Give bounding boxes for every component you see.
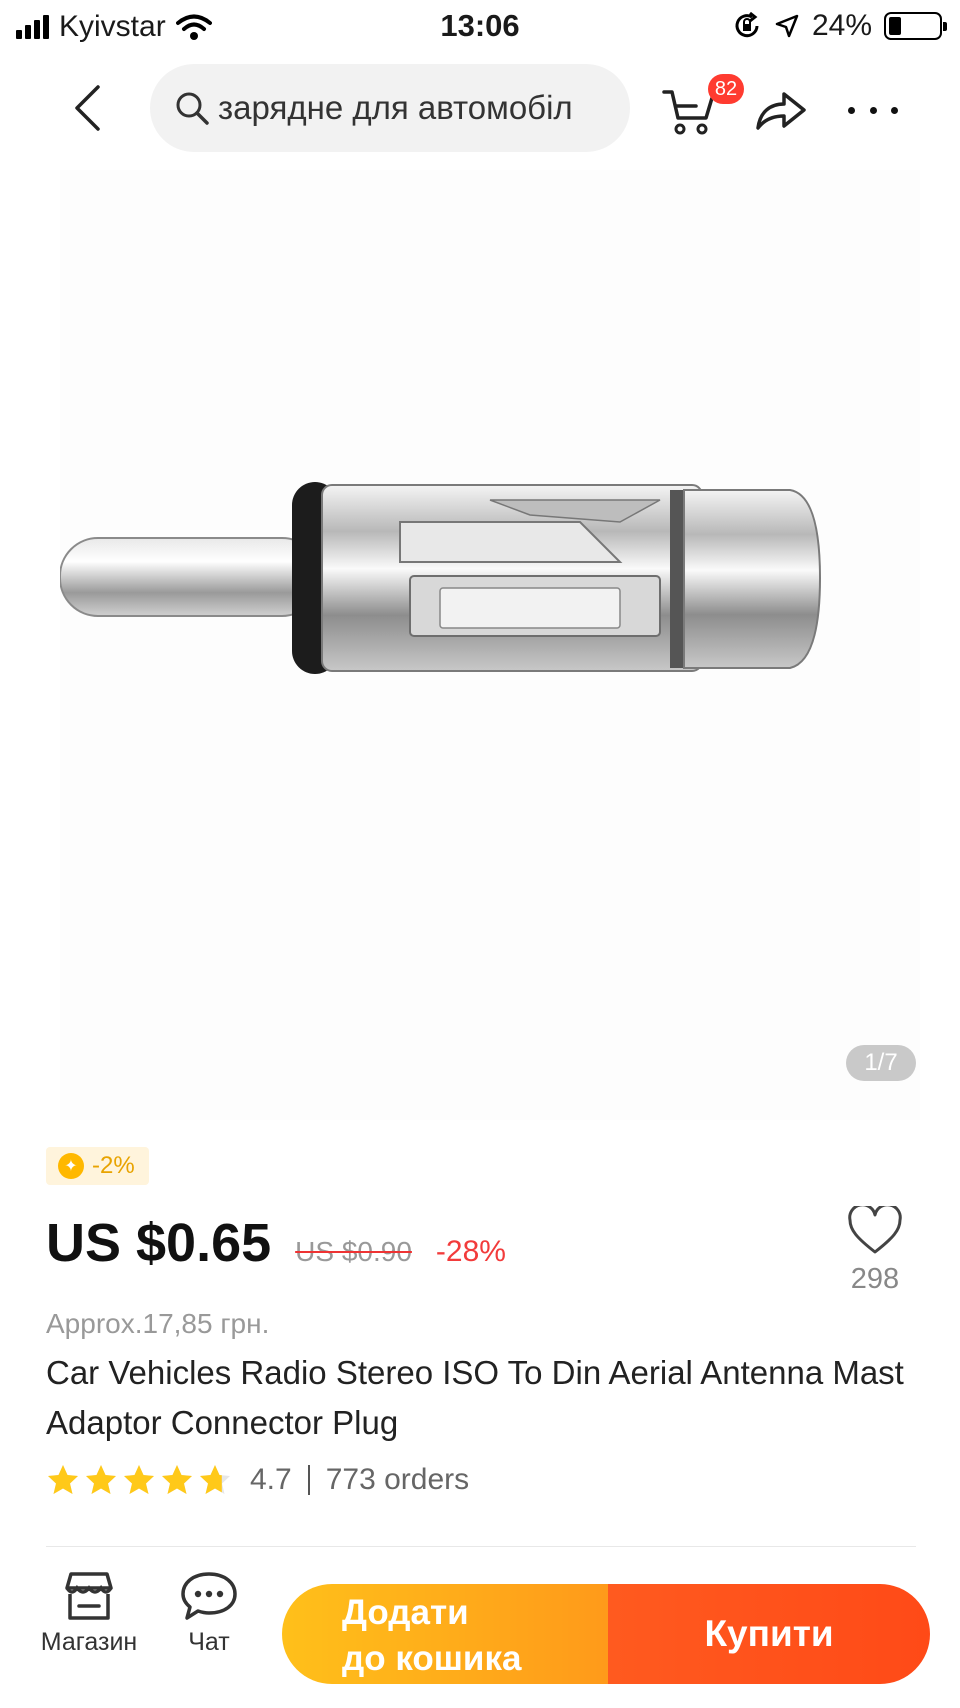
coins-discount-text: -2% (92, 1152, 135, 1179)
battery-level (889, 17, 901, 35)
chat-button[interactable]: Чат (144, 1570, 274, 1657)
rating-separator (307, 1465, 310, 1495)
divider (46, 1546, 916, 1547)
share-button[interactable] (752, 82, 808, 138)
product-title: Car Vehicles Radio Stereo ISO To Din Aer… (46, 1354, 904, 1441)
buy-now-button[interactable]: Купити (608, 1584, 930, 1684)
cart-count-badge: 82 (708, 74, 744, 104)
chat-label: Чат (188, 1628, 230, 1656)
search-icon (176, 92, 209, 125)
back-button[interactable] (64, 80, 110, 136)
wishlist-count: 298 (850, 1263, 900, 1295)
dot-icon (891, 106, 898, 114)
product-image (60, 482, 822, 674)
battery-percent: 24% (811, 9, 872, 42)
status-bar: Kyivstar 13:06 24% (0, 0, 960, 56)
store-button[interactable]: Магазин (24, 1570, 154, 1657)
discount-percent: -28% (435, 1235, 506, 1268)
more-options-button[interactable] (848, 90, 898, 130)
original-price: US $0.90 (295, 1236, 412, 1267)
rating-value: 4.7 (250, 1463, 292, 1496)
rating-stars (46, 1463, 232, 1497)
location-icon (775, 14, 799, 38)
dot-icon (869, 106, 877, 114)
battery-icon (884, 12, 947, 40)
star-icon (124, 1465, 154, 1494)
approx-local-price: Approx.17,85 грн. (46, 1308, 270, 1339)
star-icon (86, 1465, 116, 1494)
heart-icon (848, 1203, 902, 1254)
coin-icon: ✦ (58, 1153, 84, 1179)
search-bar[interactable] (150, 64, 630, 152)
current-price: US $0.65 (46, 1213, 272, 1273)
dot-icon (848, 106, 855, 114)
price-row: US $0.65 US $0.90 -28% (46, 1212, 506, 1274)
star-icon (200, 1465, 230, 1494)
store-label: Магазин (40, 1628, 138, 1656)
store-icon (65, 1572, 113, 1620)
star-icon (48, 1465, 78, 1494)
add-to-cart-button[interactable]: Додати до кошика (282, 1584, 608, 1684)
orders-count: 773 orders (325, 1463, 470, 1496)
bottom-action-bar: Магазин Чат Додати до кошика Купити (0, 1560, 960, 1708)
rating-row[interactable]: 4.7 773 orders (46, 1460, 469, 1500)
product-image-gallery[interactable]: 1/7 (60, 170, 920, 1120)
purchase-buttons: Додати до кошика Купити (282, 1584, 930, 1684)
image-page-indicator: 1/7 (846, 1045, 916, 1081)
add-to-cart-line2: до кошика (342, 1639, 522, 1678)
wishlist-button[interactable]: 298 (840, 1203, 910, 1296)
chat-icon (181, 1572, 237, 1620)
status-right: 24% (732, 9, 947, 43)
search-input[interactable] (218, 89, 618, 127)
coins-discount-badge: ✦ -2% (46, 1147, 149, 1185)
orientation-lock-icon (735, 11, 759, 38)
chevron-left-icon (75, 85, 100, 131)
share-icon (756, 92, 806, 130)
search-header: 82 (0, 60, 960, 156)
star-icon (162, 1465, 192, 1494)
add-to-cart-line1: Додати (342, 1593, 469, 1632)
